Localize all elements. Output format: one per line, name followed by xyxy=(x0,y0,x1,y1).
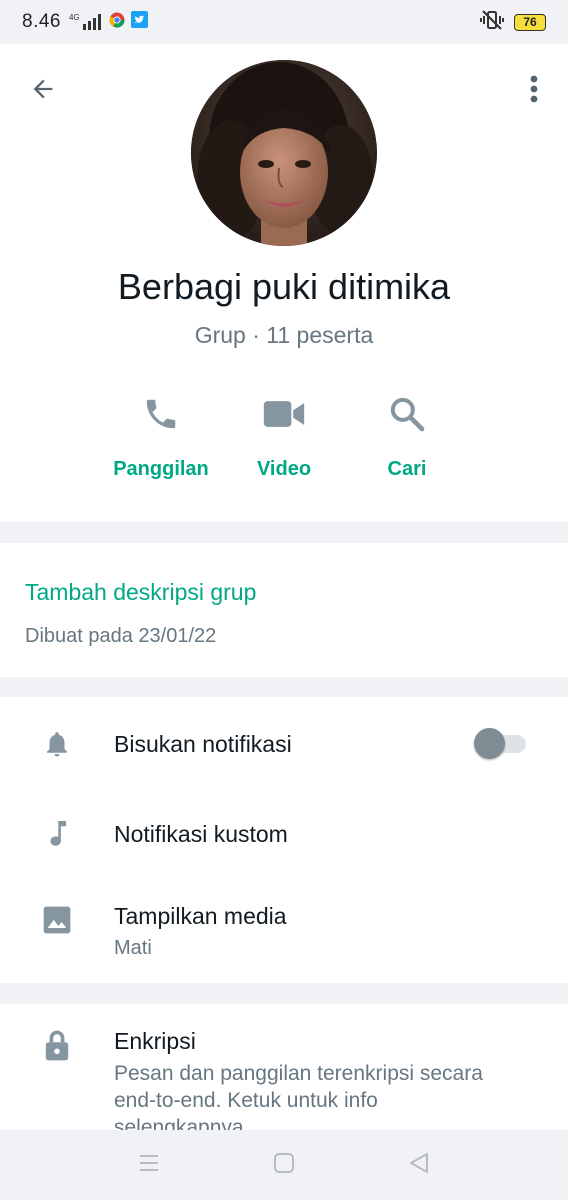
action-bar: Panggilan Video Cari xyxy=(0,392,568,502)
more-options-button[interactable] xyxy=(516,70,552,112)
more-vert-icon xyxy=(530,75,538,108)
status-bar: 8.46 4G 76 xyxy=(0,0,568,44)
search-label: Cari xyxy=(387,458,427,480)
bell-icon xyxy=(40,727,74,761)
created-date: Dibuat pada 23/01/22 xyxy=(25,625,217,647)
mute-toggle[interactable] xyxy=(474,727,526,759)
mute-notifications-row[interactable]: Bisukan notifikasi xyxy=(0,697,568,791)
signal-icon: 4G xyxy=(69,14,103,30)
encryption-description: Pesan dan panggilan terenkripsi secara e… xyxy=(114,1062,483,1130)
recent-apps-icon xyxy=(138,1153,160,1178)
home-icon xyxy=(273,1152,295,1179)
recent-apps-button[interactable] xyxy=(134,1150,164,1180)
music-note-icon xyxy=(40,817,74,851)
settings-card: Bisukan notifikasi Notifikasi kustom Tam… xyxy=(0,697,568,983)
group-avatar[interactable] xyxy=(191,60,377,246)
call-button[interactable]: Panggilan xyxy=(96,392,226,492)
custom-notifications-label: Notifikasi kustom xyxy=(114,821,288,847)
phone-icon xyxy=(142,392,180,436)
group-description-card: Tambah deskripsi grup Dibuat pada 23/01/… xyxy=(0,543,568,677)
media-visibility-label: Tampilkan media xyxy=(114,903,287,929)
chrome-icon xyxy=(109,12,125,33)
add-description-link[interactable]: Tambah deskripsi grup xyxy=(25,579,256,606)
media-visibility-row[interactable]: Tampilkan media Mati xyxy=(0,877,568,983)
network-type: 4G xyxy=(68,13,80,22)
custom-notifications-row[interactable]: Notifikasi kustom xyxy=(0,791,568,877)
group-participants: Grup · 11 peserta xyxy=(194,322,374,348)
search-icon xyxy=(387,392,427,436)
videocam-icon xyxy=(262,392,306,436)
encryption-card[interactable]: Enkripsi Pesan dan panggilan terenkripsi… xyxy=(0,1004,568,1130)
group-name[interactable]: Berbagi puki ditimika xyxy=(0,266,568,308)
nav-back-button[interactable] xyxy=(404,1150,434,1180)
media-visibility-value: Mati xyxy=(114,937,152,959)
twitter-icon xyxy=(130,11,148,33)
arrow-back-icon xyxy=(29,75,57,108)
video-label: Video xyxy=(256,458,312,480)
encryption-title: Enkripsi xyxy=(114,1028,196,1054)
battery-icon: 76 xyxy=(514,13,546,31)
video-button[interactable]: Video xyxy=(219,392,349,492)
back-triangle-icon xyxy=(408,1152,430,1179)
back-button[interactable] xyxy=(22,70,64,112)
call-label: Panggilan xyxy=(113,458,209,480)
status-time: 8.46 xyxy=(22,11,61,32)
mute-notifications-label: Bisukan notifikasi xyxy=(114,731,292,757)
home-button[interactable] xyxy=(269,1150,299,1180)
search-button[interactable]: Cari xyxy=(342,392,472,492)
group-header-card: Berbagi puki ditimika Grup · 11 peserta … xyxy=(0,44,568,522)
mute-toggle-knob xyxy=(474,728,505,759)
system-nav-bar xyxy=(0,1130,568,1200)
vibrate-icon xyxy=(480,9,504,35)
lock-icon xyxy=(40,1028,74,1062)
image-icon xyxy=(40,903,74,937)
